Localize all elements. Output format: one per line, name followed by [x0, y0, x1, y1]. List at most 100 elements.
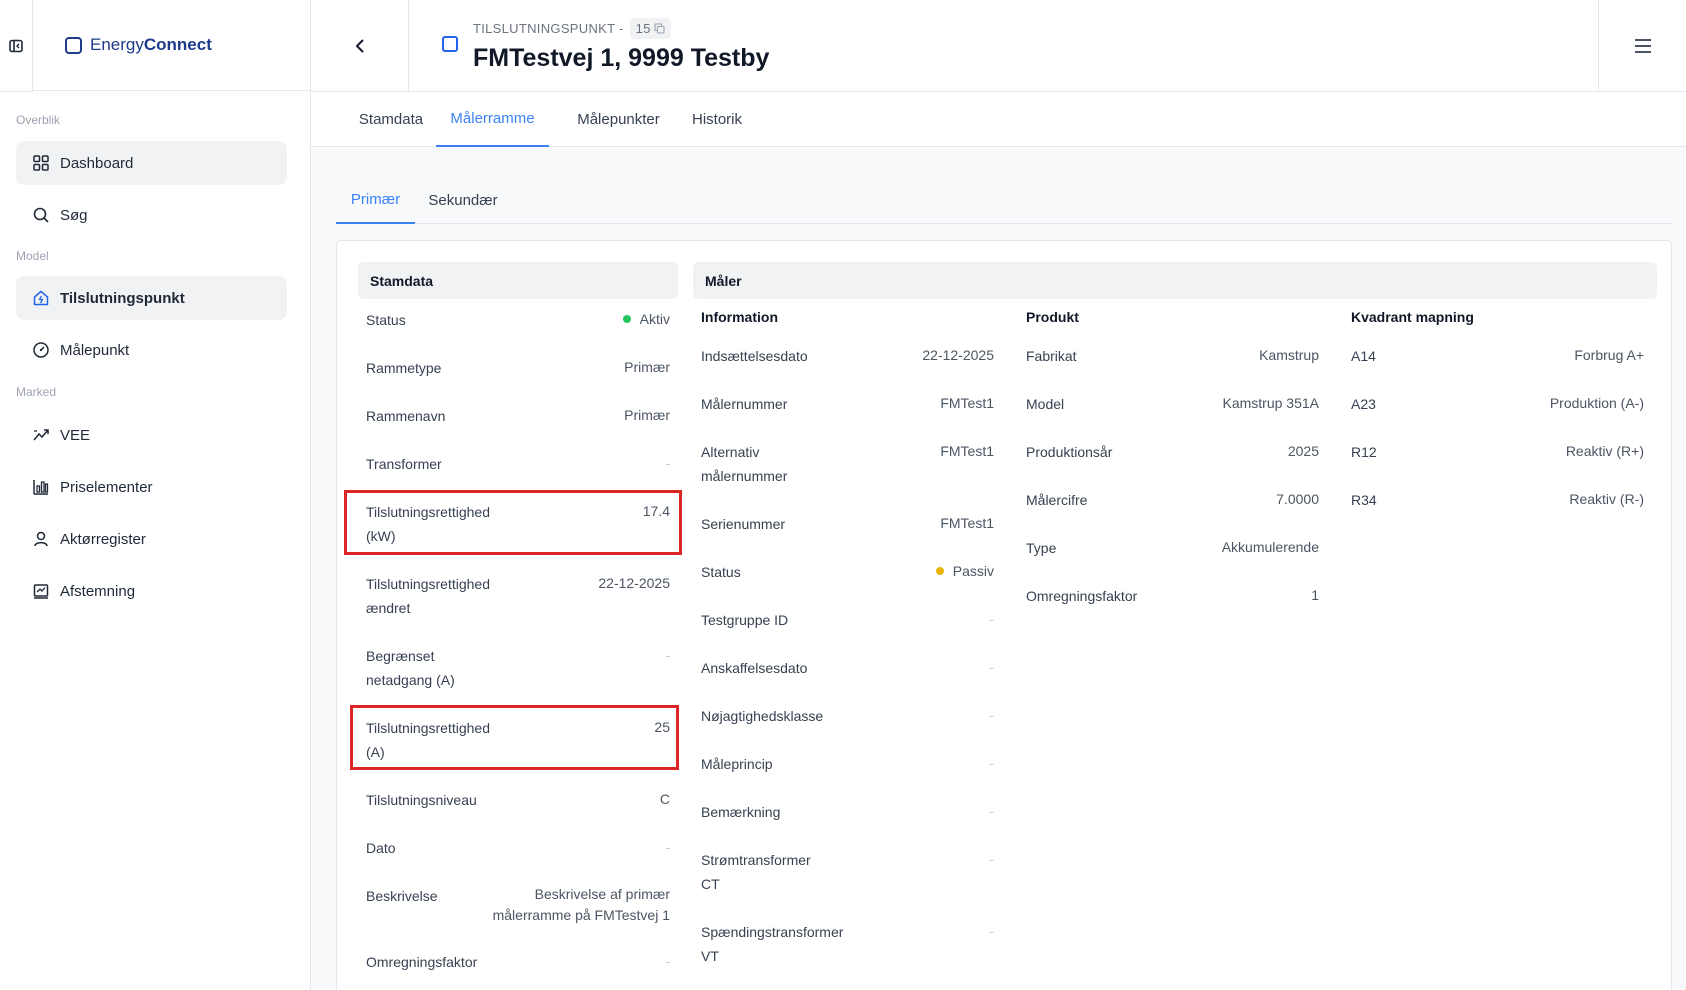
details-card: Stamdata Måler Status Aktiv Rammetype Pr…	[336, 240, 1672, 990]
row-label: Målernummer	[701, 396, 788, 412]
sidebar-toggle-button[interactable]	[0, 0, 33, 91]
row-label: Serienummer	[701, 516, 786, 532]
row-value: -	[665, 839, 670, 855]
hamburger-icon	[1634, 38, 1651, 53]
grid-icon	[33, 155, 49, 171]
stamdata-row-tilslutningsniveau: Tilslutningsniveau C	[366, 788, 670, 812]
section-label-model: Model	[16, 249, 49, 263]
section-label-marked: Marked	[16, 385, 57, 399]
info-row-noejagtighedsklasse: Nøjagtighedsklasse -	[701, 704, 994, 728]
id-badge[interactable]: 15	[629, 18, 671, 39]
row-value: FMTest1	[940, 443, 994, 459]
row-label: Beskrivelse	[366, 888, 438, 904]
row-label: Status	[701, 564, 741, 580]
row-label: Spændingstransformer VT	[701, 924, 844, 964]
info-row-testgruppe-id: Testgruppe ID -	[701, 608, 994, 632]
row-label: A23	[1351, 396, 1376, 412]
row-label: Alternativ målernummer	[701, 444, 788, 484]
row-value: -	[665, 455, 670, 471]
row-value: 2025	[1287, 443, 1319, 459]
sidebar-item-label: VEE	[60, 426, 91, 444]
info-row-bemaerkning: Bemærkning -	[701, 800, 994, 824]
sidebar-item-search[interactable]: Søg	[16, 193, 287, 237]
stamdata-row-tilslutningsrettighed-aendret: Tilslutningsrettighed ændret 22-12-2025	[366, 572, 670, 620]
page-title: FMTestvej 1, 9999 Testby	[473, 44, 770, 72]
row-label: Begrænset netadgang (A)	[366, 648, 455, 688]
highlight-box-a	[350, 705, 679, 770]
sidebar-item-aktoerregister[interactable]: Aktørregister	[16, 517, 287, 561]
sidebar-item-dashboard[interactable]: Dashboard	[16, 141, 287, 185]
menu-button[interactable]	[1598, 0, 1686, 91]
row-label: Type	[1026, 540, 1057, 556]
sidebar-item-label: Dashboard	[60, 154, 134, 172]
kvadrant-row-r12: R12 Reaktiv (R+)	[1351, 440, 1644, 464]
info-row-alternativ-maalernummer: Alternativ målernummer FMTest1	[701, 440, 994, 488]
user-icon	[34, 531, 48, 547]
row-label: Bemærkning	[701, 804, 781, 820]
kvadrant-row-a23: A23 Produktion (A-)	[1351, 392, 1644, 416]
sidebar-item-label: Tilslutningspunkt	[60, 289, 185, 307]
row-value: C	[659, 791, 670, 807]
maaler-heading: Måler	[693, 262, 1657, 299]
row-label: R12	[1351, 444, 1377, 460]
kvadrant-row-r34: R34 Reaktiv (R-)	[1351, 488, 1644, 512]
status-passive-value: Passiv	[935, 560, 994, 582]
info-row-maaleprincip: Måleprincip -	[701, 752, 994, 776]
row-label: Tilslutningsrettighed ændret	[366, 576, 490, 616]
reconcile-icon	[33, 584, 49, 599]
row-value: 7.0000	[1276, 491, 1319, 507]
copy-icon	[654, 23, 665, 34]
stamdata-row-transformer: Transformer -	[366, 452, 670, 476]
row-label: Anskaffelsesdato	[701, 660, 808, 676]
sidebar-item-maalepunkt[interactable]: Målepunkt	[16, 328, 287, 372]
row-value: Reaktiv (R-)	[1569, 491, 1644, 507]
row-label: Strømtransformer CT	[701, 852, 811, 892]
sidebar-item-priselementer[interactable]: Priselementer	[16, 465, 287, 509]
section-label-overblik: Overblik	[16, 113, 61, 127]
row-value: -	[989, 923, 994, 939]
price-chart-icon	[33, 480, 49, 495]
status-dot-icon	[935, 567, 944, 576]
row-value: Beskrivelse af primær målerramme på FMTe…	[492, 886, 670, 923]
sidebar-item-label: Aktørregister	[60, 530, 146, 548]
row-value: Reaktiv (R+)	[1565, 443, 1644, 459]
sidebar-item-label: Afstemning	[60, 582, 136, 600]
sidebar-item-tilslutningspunkt[interactable]: Tilslutningspunkt	[16, 276, 287, 320]
tab-stamdata[interactable]: Stamdata	[345, 92, 437, 147]
back-button[interactable]	[311, 0, 409, 91]
row-label: Rammetype	[366, 360, 442, 376]
tab-maalerramme[interactable]: Målerramme	[436, 92, 549, 147]
produkt-row-fabrikat: Fabrikat Kamstrup	[1026, 344, 1319, 368]
highlight-box-kw	[344, 490, 682, 555]
row-value: -	[989, 851, 994, 867]
produkt-row-omregningsfaktor: Omregningsfaktor 1	[1026, 584, 1319, 608]
row-label: Indsættelsesdato	[701, 348, 808, 364]
information-heading: Information	[701, 309, 778, 325]
info-row-spaendingstransformer: Spændingstransformer VT -	[701, 920, 994, 968]
sidebar-collapse-icon	[9, 39, 23, 52]
produkt-heading: Produkt	[1026, 309, 1079, 325]
produkt-row-produktionsaar: Produktionsår 2025	[1026, 440, 1319, 464]
kvadrant-row-a14: A14 Forbrug A+	[1351, 344, 1644, 368]
produkt-row-maalercifre: Målercifre 7.0000	[1026, 488, 1319, 512]
stamdata-row-status: Status Aktiv	[366, 308, 670, 332]
row-value: Produktion (A-)	[1549, 395, 1644, 411]
sidebar-item-vee[interactable]: VEE	[16, 413, 287, 457]
produkt-row-model: Model Kamstrup 351A	[1026, 392, 1319, 416]
tab-historik[interactable]: Historik	[676, 92, 758, 147]
brand-logo[interactable]: EnergyConnect	[33, 0, 311, 91]
row-value: -	[989, 755, 994, 771]
sidebar-item-afstemning[interactable]: Afstemning	[16, 569, 287, 613]
subtab-sekundaer[interactable]: Sekundær	[415, 176, 511, 224]
row-label: Rammenavn	[366, 408, 446, 424]
info-row-anskaffelsesdato: Anskaffelsesdato -	[701, 656, 994, 680]
subtab-primaer[interactable]: Primær	[336, 176, 415, 224]
stamdata-row-beskrivelse: Beskrivelse Beskrivelse af primær målerr…	[366, 884, 670, 928]
stamdata-heading: Stamdata	[358, 262, 678, 299]
info-row-maalernummer: Målernummer FMTest1	[701, 392, 994, 416]
row-label: Status	[366, 312, 406, 328]
tab-maalepunkter[interactable]: Målepunkter	[560, 92, 677, 147]
search-icon	[33, 207, 49, 223]
row-label: Dato	[366, 840, 396, 856]
row-value: 22-12-2025	[922, 347, 994, 363]
